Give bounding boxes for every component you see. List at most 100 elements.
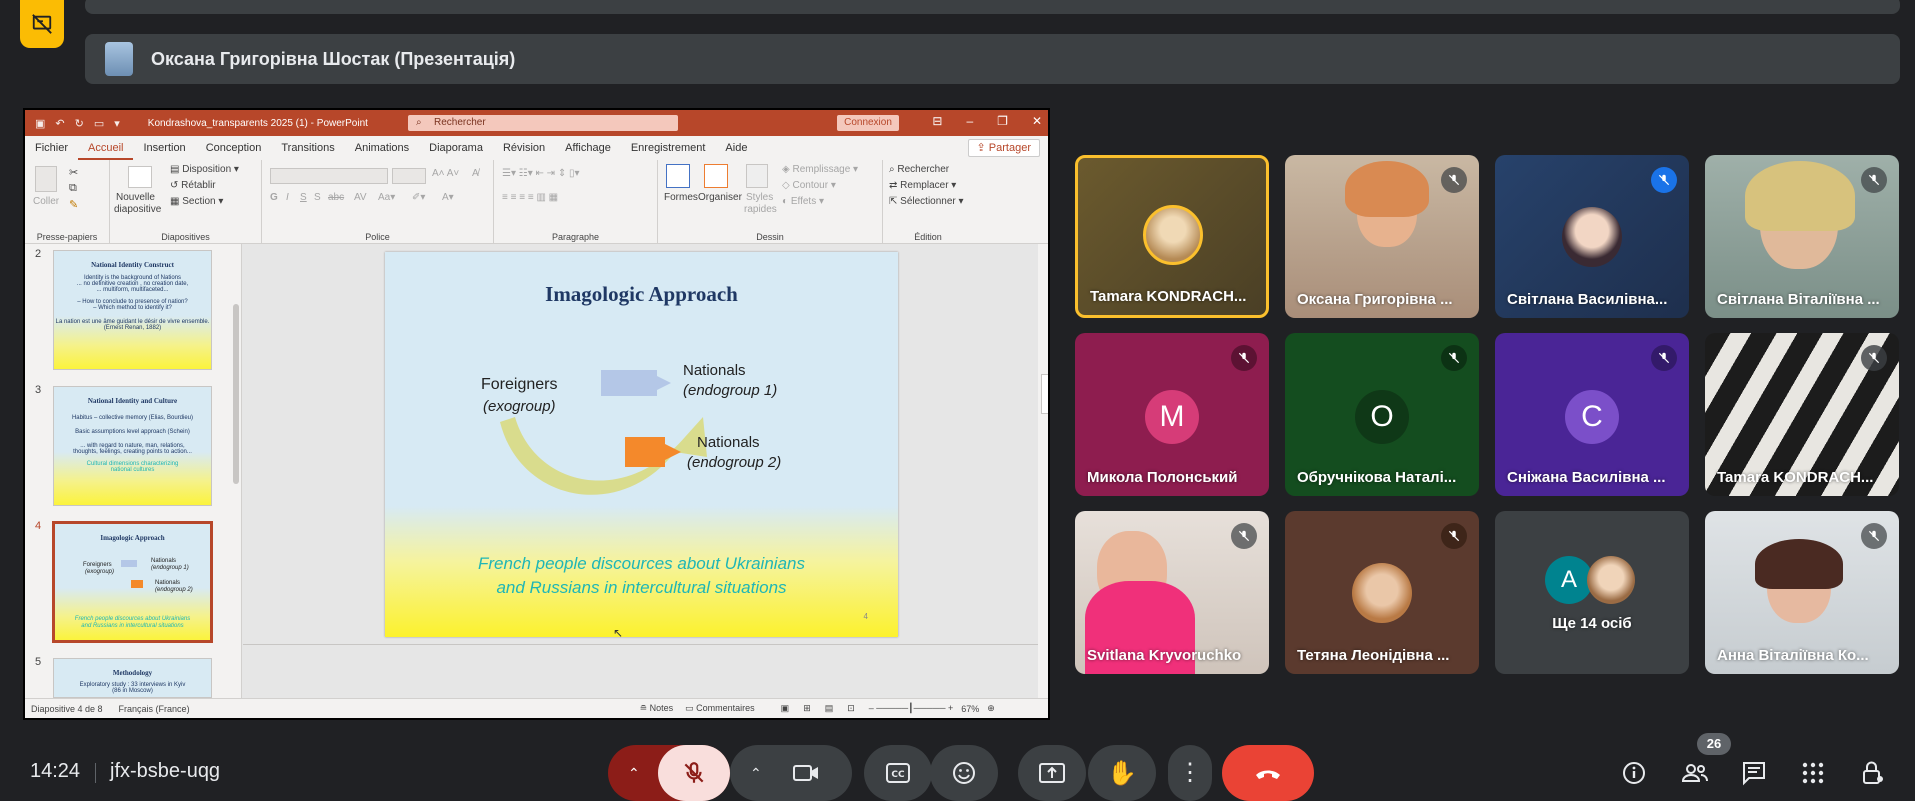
tab-affichage[interactable]: Affichage [555, 136, 621, 160]
close-icon[interactable]: ✕ [1032, 114, 1042, 128]
tab-insertion[interactable]: Insertion [133, 136, 195, 160]
present-icon[interactable]: ▭ [94, 117, 104, 130]
shapes-icon[interactable] [666, 164, 690, 188]
participant-tile[interactable]: Світлана Василівна... [1495, 155, 1689, 318]
find-button[interactable]: ⌕ Rechercher [889, 164, 949, 175]
camera-options-chevron-icon[interactable]: ⌃ [750, 765, 762, 782]
tab-transitions[interactable]: Transitions [271, 136, 344, 160]
meeting-info-button[interactable] [1617, 756, 1651, 790]
mic-toggle-button[interactable] [658, 745, 730, 801]
host-controls-button[interactable] [1856, 756, 1890, 790]
participant-tile[interactable]: M Микола Полонський [1075, 333, 1269, 496]
share-button[interactable]: ⇪ Partager [967, 139, 1040, 157]
font-color-icon[interactable]: A▾ [442, 192, 454, 203]
mic-options-chevron-icon[interactable]: ⌃ [628, 765, 640, 782]
camera-icon[interactable] [792, 761, 820, 785]
comments-button[interactable]: ▭ Commentaires [685, 703, 755, 714]
slideshow-view-icon[interactable]: ⊡ [847, 703, 855, 714]
italic-icon[interactable]: I [286, 192, 289, 203]
copy-icon[interactable]: ⧉ [69, 182, 77, 195]
chat-button[interactable] [1737, 756, 1771, 790]
tab-diaporama[interactable]: Diaporama [419, 136, 493, 160]
spacing-icon[interactable]: AV [354, 192, 367, 203]
tab-aide[interactable]: Aide [715, 136, 757, 160]
font-size-select[interactable] [392, 168, 426, 184]
sorter-view-icon[interactable]: ⊞ [803, 703, 811, 714]
participant-tile[interactable]: Tamara KONDRACH... [1705, 333, 1899, 496]
reset-button[interactable]: ↺ Rétablir [170, 180, 216, 191]
participant-tile[interactable]: Оксана Григорівна ... [1285, 155, 1479, 318]
tab-animations[interactable]: Animations [345, 136, 419, 160]
slide-scrollbar[interactable] [1038, 244, 1048, 699]
captions-button[interactable]: CC [864, 745, 932, 801]
highlight-icon[interactable]: ✐▾ [412, 192, 425, 203]
notes-divider[interactable] [243, 644, 1038, 645]
slide-thumbnail-3[interactable]: National Identity and Culture Habitus – … [53, 386, 212, 506]
case-icon[interactable]: Aa▾ [378, 192, 395, 203]
undo-icon[interactable]: ↶ [55, 117, 64, 130]
section-button[interactable]: ▦ Section ▾ [170, 196, 223, 207]
zoom-level[interactable]: 67% [961, 704, 979, 714]
effects-button[interactable]: ◐ Effets ▾ [782, 196, 824, 207]
ppt-search-box[interactable]: ⌕ Rechercher [408, 115, 678, 131]
participant-tile[interactable]: Тетяна Леонідівна ... [1285, 511, 1479, 674]
quick-styles-label-1[interactable]: Styles [746, 192, 773, 203]
reading-view-icon[interactable]: ▤ [825, 703, 834, 714]
participant-tile[interactable]: O Обручнікова Наталі... [1285, 333, 1479, 496]
tab-enregistrement[interactable]: Enregistrement [621, 136, 716, 160]
redo-icon[interactable]: ↻ [75, 117, 84, 130]
customize-icon[interactable]: ▾ [114, 117, 120, 130]
tab-accueil[interactable]: Accueil [78, 136, 134, 160]
arrange-icon[interactable] [704, 164, 728, 188]
new-slide-label-2[interactable]: diapositive [114, 204, 161, 215]
notes-button[interactable]: ≘ Notes [640, 703, 674, 714]
font-name-select[interactable] [270, 168, 388, 184]
tab-conception[interactable]: Conception [196, 136, 272, 160]
align-icons[interactable]: ≡ ≡ ≡ ≡ ▥ ▦ [502, 192, 558, 203]
new-slide-label-1[interactable]: Nouvelle [116, 192, 155, 203]
tab-fichier[interactable]: Fichier [25, 136, 78, 160]
activities-button[interactable] [1796, 756, 1830, 790]
thumbnail-scrollbar[interactable] [231, 246, 241, 694]
participant-tile[interactable]: Svitlana Kryvoruchko [1075, 511, 1269, 674]
new-slide-icon[interactable] [128, 166, 152, 188]
more-options-button[interactable]: ⋮ [1168, 745, 1212, 801]
participant-tile[interactable]: Світлана Віталіївна ... [1705, 155, 1899, 318]
shadow-icon[interactable]: S [314, 192, 321, 203]
shapes-label[interactable]: Formes [664, 192, 698, 203]
layout-button[interactable]: ▤ Disposition ▾ [170, 164, 239, 175]
strike-icon[interactable]: abc [328, 192, 344, 203]
cut-icon[interactable]: ✂ [69, 166, 78, 179]
raise-hand-button[interactable]: ✋ [1088, 745, 1156, 801]
clear-format-icon[interactable]: A̸ [472, 168, 479, 179]
more-participants-tile[interactable]: A Ще 14 осіб [1495, 511, 1689, 674]
grow-font-icon[interactable]: A˄ A˅ [432, 168, 459, 179]
slide-thumbnail-4[interactable]: Imagologic Approach Foreigners (exogroup… [52, 521, 213, 643]
participant-tile[interactable]: C Сніжана Василівна ... [1495, 333, 1689, 496]
restore-icon[interactable]: ❐ [997, 114, 1008, 128]
replace-button[interactable]: ⇄ Remplacer ▾ [889, 180, 956, 191]
outline-button[interactable]: ◇ Contour ▾ [782, 180, 836, 191]
format-painter-icon[interactable]: ✎ [69, 198, 78, 211]
normal-view-icon[interactable]: ▣ [781, 703, 790, 714]
slide-thumbnail-2[interactable]: National Identity Construct Identity is … [53, 250, 212, 370]
current-slide[interactable]: Imagologic Approach Foreigners (exogroup… [385, 252, 898, 637]
slide-scroll-thumb[interactable] [1041, 374, 1048, 414]
underline-icon[interactable]: S [300, 192, 307, 203]
paste-icon[interactable] [35, 166, 57, 192]
zoom-slider[interactable]: – ─────┃───── + [869, 703, 953, 714]
save-icon[interactable]: ▣ [35, 117, 45, 130]
fill-button[interactable]: ◈ Remplissage ▾ [782, 164, 858, 175]
participant-tile[interactable]: Tamara KONDRACH... [1075, 155, 1269, 318]
bullets-icon[interactable]: ☰▾ ☷▾ ⇤ ⇥ ⇕ ▯▾ [502, 168, 580, 179]
fit-slide-icon[interactable]: ⊕ [987, 703, 995, 714]
language-indicator[interactable]: Français (France) [119, 704, 190, 714]
arrange-label[interactable]: Organiser [698, 192, 742, 203]
people-button[interactable] [1678, 756, 1712, 790]
participant-tile[interactable]: Анна Віталіївна Ко... [1705, 511, 1899, 674]
quick-styles-icon[interactable] [746, 164, 768, 188]
thumbnail-scroll-thumb[interactable] [233, 304, 239, 484]
tab-revision[interactable]: Révision [493, 136, 555, 160]
quick-styles-label-2[interactable]: rapides [744, 204, 777, 215]
connexion-button[interactable]: Connexion [837, 115, 899, 131]
